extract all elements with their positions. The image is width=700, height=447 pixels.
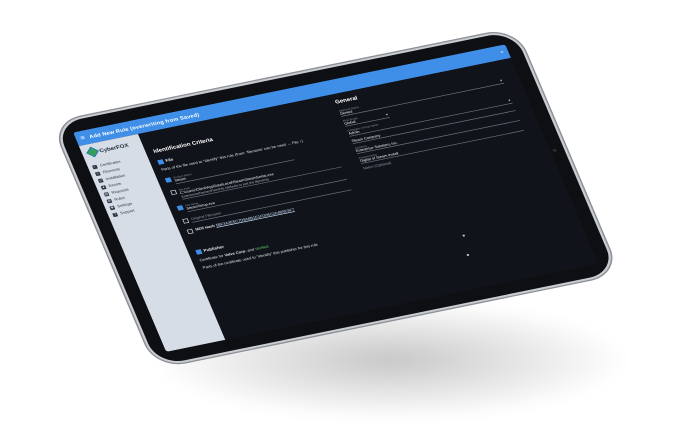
chevron-down-icon: ▼ [498,78,504,83]
check-icon: ✓ [91,164,98,170]
publisher-checkbox[interactable] [195,249,203,255]
file-checkbox[interactable] [157,159,165,165]
original-filename-checkbox[interactable] [182,218,190,224]
publisher-section-title: Publisher [202,244,225,253]
gear-icon: ✱ [109,205,116,210]
logo: CyberFOX [86,140,130,158]
file-name-checkbox[interactable] [176,205,184,211]
product-name-checkbox[interactable] [164,177,172,183]
logo-text: CyberFOX [98,141,130,154]
publisher-desc-prefix: Certificate for [199,254,225,263]
publisher-note: Parts of the certificate used to "identi… [202,242,319,271]
close-icon[interactable]: × [481,49,509,59]
chevron-down-icon: ▼ [384,112,390,117]
tablet-screen: ≡ Add New Rule (overwriting from Saved) … [73,44,599,352]
scene: ≡ Add New Rule (overwriting from Saved) … [0,0,700,447]
publisher-desc-suffix: and [246,247,256,253]
publisher-status: Verified [254,244,270,252]
rules-icon: ≡ [94,171,101,176]
folder-icon: ▭ [97,178,104,183]
publisher-name: Valve Corp. [223,249,248,258]
md5-label: MD5 Hash [194,224,216,232]
chevron-down-icon: ▼ [507,98,512,103]
general-fields: Approval Status Denied ▼ Rule Scope Glob… [338,76,527,171]
md5-checkbox[interactable] [186,228,194,235]
sidebar-item-label: Support [119,208,136,216]
scroll-indicator [462,234,466,237]
help-icon: ? [112,212,119,217]
scroll-indicator [466,253,470,257]
users-icon: ● [100,184,107,190]
rules-icon: ≣ [106,198,113,204]
publisher-description: Certificate for Valve Corp. and Verified [199,221,386,263]
file-section-title: File [164,157,175,163]
tablet-device: ≡ Add New Rule (overwriting from Saved) … [55,30,617,366]
report-icon: ▤ [103,191,110,197]
file-path-checkbox[interactable] [170,189,178,196]
logo-icon [86,146,99,158]
